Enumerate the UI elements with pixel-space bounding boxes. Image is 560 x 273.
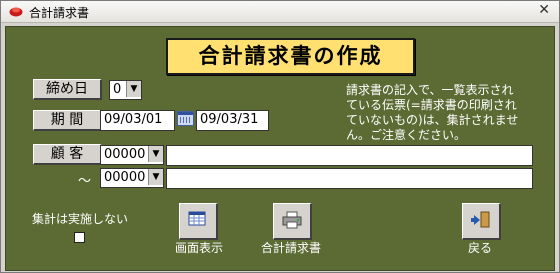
customer-from-name-field[interactable] (166, 145, 533, 166)
period-to-input[interactable]: 09/03/31 (196, 110, 269, 131)
cutoff-day-value: 0 (113, 82, 122, 97)
period-from-input[interactable]: 09/03/01 (100, 110, 175, 131)
range-tilde: ～ (78, 174, 92, 189)
door-exit-icon (471, 211, 490, 228)
table-view-icon (188, 211, 206, 226)
calendar-icon[interactable] (177, 111, 194, 126)
close-icon[interactable]: ✕ (538, 2, 550, 18)
customer-from-code-select[interactable]: 00000 ▼ (100, 145, 164, 165)
customer-to-name-field[interactable] (166, 168, 533, 189)
app-window: 合計請求書 ✕ 合計請求書の作成 締め日 0 ▼ 期 間 09/03/01 09… (0, 0, 560, 273)
period-to-value: 09/03/31 (200, 112, 259, 127)
cutoff-label: 締め日 (33, 79, 102, 100)
period-from-value: 09/03/01 (104, 112, 163, 127)
customer-to-code-value: 00000 (104, 170, 146, 185)
cutoff-day-select[interactable]: 0 ▼ (109, 80, 142, 100)
printer-icon (282, 211, 302, 229)
form-panel: 合計請求書の作成 締め日 0 ▼ 期 間 09/03/01 09/03/31 顧… (5, 26, 555, 271)
chevron-down-icon[interactable]: ▼ (126, 81, 141, 97)
customer-from-code-value: 00000 (104, 147, 146, 162)
invoice-print-button[interactable] (273, 203, 312, 240)
screen-display-button[interactable] (179, 203, 218, 240)
chevron-down-icon[interactable]: ▼ (148, 146, 163, 162)
back-label: 戻る (467, 241, 492, 255)
no-aggregate-checkbox[interactable] (74, 232, 85, 243)
back-button[interactable] (462, 203, 501, 240)
notice-line: ていないもの)は、集計されませ (346, 113, 519, 127)
customer-label: 顧 客 (33, 144, 102, 165)
notice-line: ん。ご注意ください。 (346, 128, 467, 142)
customer-to-code-select[interactable]: 00000 ▼ (100, 168, 164, 188)
no-aggregate-label: 集計は実施しない (32, 212, 129, 226)
title-bar: 合計請求書 ✕ (1, 1, 559, 23)
screen-display-label: 画面表示 (174, 241, 223, 255)
notice-line: ている伝票(=請求書の印刷され (346, 98, 517, 112)
page-title: 合計請求書の作成 (166, 38, 415, 75)
notice-line: 請求書の記入で、一覧表示され (346, 83, 514, 97)
invoice-print-label: 合計請求書 (260, 241, 321, 255)
notice-text: 請求書の記入で、一覧表示され ている伝票(=請求書の印刷され ていないもの)は、… (346, 83, 546, 143)
period-label: 期 間 (33, 110, 102, 131)
chevron-down-icon[interactable]: ▼ (148, 169, 163, 185)
app-icon (9, 7, 23, 17)
window-title: 合計請求書 (29, 6, 90, 20)
